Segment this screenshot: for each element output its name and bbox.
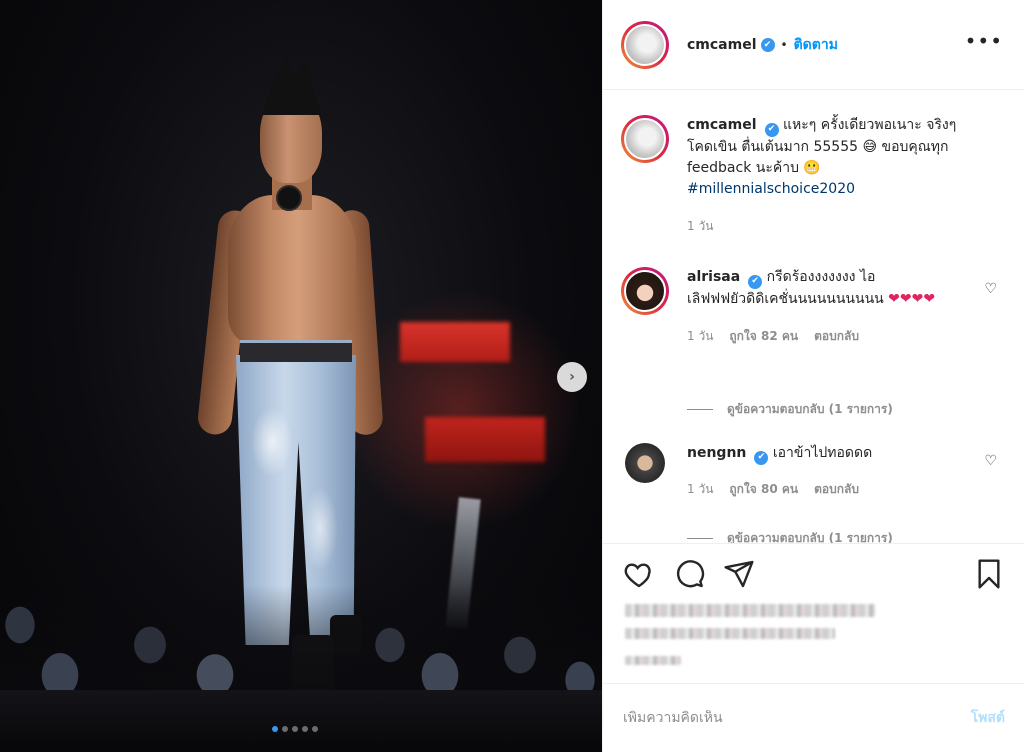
like-comment-heart-icon[interactable]: ♡ (984, 453, 997, 469)
post-actions (603, 543, 1024, 683)
comment-item: alrisaa ✔ กรีดร้องงงงงงง ไอเลิฟฟฟยัวดิดิเ… (621, 267, 977, 347)
instagram-post-modal: › cmcamel ✔ • ติดตาม ••• cmcamel ✔ แหะๆ … (0, 0, 1024, 752)
verified-badge-icon: ✔ (764, 122, 779, 137)
comment-text: เอาข้าไปทอดดด (772, 445, 873, 461)
add-comment-bar: โพสต์ (603, 683, 1024, 752)
like-comment-heart-icon[interactable]: ♡ (984, 281, 997, 297)
post-photo[interactable] (0, 0, 602, 752)
speech-bubble-icon[interactable] (673, 558, 705, 590)
sweat-smile-emoji-icon: 😅 (862, 138, 878, 155)
paper-plane-icon[interactable] (723, 558, 755, 590)
carousel-dot (282, 726, 288, 732)
blurred-likes (625, 604, 875, 617)
carousel-dot (272, 726, 278, 732)
blurred-date (625, 656, 681, 665)
reply-button[interactable]: ตอบกลับ (814, 479, 859, 500)
bookmark-icon[interactable] (973, 558, 1005, 590)
verified-badge-icon: ✔ (760, 37, 775, 52)
runway (0, 690, 602, 752)
heart-outline-icon[interactable] (623, 558, 655, 590)
carousel-indicator (272, 726, 318, 732)
red-heart-emoji-icon: ❤❤❤❤ (888, 290, 936, 307)
comment-username[interactable]: nengnn (687, 445, 746, 461)
stage-light (385, 312, 545, 462)
divider (687, 538, 713, 539)
view-replies-button[interactable]: ดูข้อความตอบกลับ (1 รายการ) (687, 400, 893, 419)
caption-timestamp[interactable]: 1 วัน (687, 216, 713, 237)
caption: cmcamel ✔ แหะๆ ครั้งเดียวพอเนาะ จริงๆ โคด… (621, 115, 977, 237)
more-options-icon[interactable]: ••• (965, 31, 1003, 51)
post-side-panel: cmcamel ✔ • ติดตาม ••• cmcamel ✔ แหะๆ ครั… (602, 0, 1024, 752)
blurred-likes (625, 628, 835, 639)
carousel-dot (302, 726, 308, 732)
grimace-emoji-icon: 😬 (803, 159, 821, 176)
caption-username[interactable]: cmcamel (687, 117, 757, 133)
post-header: cmcamel ✔ • ติดตาม ••• (603, 0, 1024, 90)
view-replies-label: ดูข้อความตอบกลับ (1 รายการ) (727, 531, 893, 543)
comment-item: nengnn ✔ เอาข้าไปทอดดด 1 วัน ถูกใจ 80 คน … (621, 443, 977, 500)
comment-username[interactable]: alrisaa (687, 269, 740, 285)
view-replies-button[interactable]: ดูข้อความตอบกลับ (1 รายการ) (687, 529, 893, 543)
divider (687, 409, 713, 410)
separator: • (780, 37, 788, 52)
microphone-icon (276, 185, 302, 211)
verified-badge-icon: ✔ (748, 274, 763, 289)
comment-likes[interactable]: ถูกใจ 82 คน (729, 326, 798, 347)
post-comment-button[interactable]: โพสต์ (971, 707, 1005, 729)
author-avatar[interactable] (621, 115, 669, 163)
reply-button[interactable]: ตอบกลับ (814, 326, 859, 347)
view-replies-label: ดูข้อความตอบกลับ (1 รายการ) (727, 402, 893, 416)
author-username[interactable]: cmcamel (687, 37, 757, 53)
comment-timestamp[interactable]: 1 วัน (687, 326, 713, 347)
follow-button[interactable]: ติดตาม (794, 34, 838, 56)
verified-badge-icon: ✔ (754, 450, 769, 465)
comment-timestamp[interactable]: 1 วัน (687, 479, 713, 500)
carousel-next-button[interactable]: › (557, 362, 587, 392)
hashtag-link[interactable]: #millennialschoice2020 (687, 181, 855, 197)
chevron-right-icon: › (569, 369, 575, 385)
comments-list[interactable]: cmcamel ✔ แหะๆ ครั้งเดียวพอเนาะ จริงๆ โคด… (603, 91, 1024, 543)
commenter-avatar[interactable] (625, 443, 665, 483)
comment-likes[interactable]: ถูกใจ 80 คน (729, 479, 798, 500)
comment-input[interactable] (623, 710, 971, 726)
carousel-dot (312, 726, 318, 732)
commenter-avatar[interactable] (621, 267, 669, 315)
carousel-dot (292, 726, 298, 732)
author-avatar[interactable] (621, 20, 669, 69)
